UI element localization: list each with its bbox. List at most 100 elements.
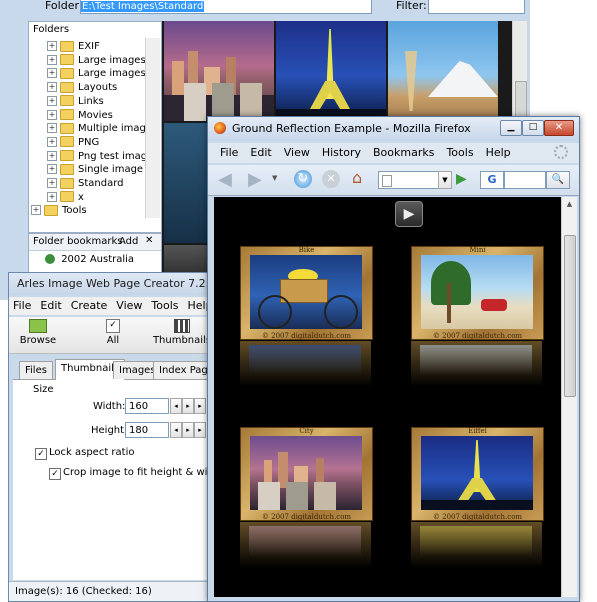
thumbnail-eiffel[interactable] xyxy=(276,21,386,121)
height-spin-more[interactable]: ▸ xyxy=(194,422,206,438)
expand-icon[interactable]: + xyxy=(47,123,57,134)
filter-input[interactable] xyxy=(428,0,525,14)
filter-label: Filter: xyxy=(396,0,427,12)
expand-icon[interactable]: + xyxy=(31,205,41,216)
folder-label: Folder: xyxy=(45,0,83,12)
thumbnails-label: Thumbnails xyxy=(152,335,212,346)
reflection-mini xyxy=(411,341,542,387)
throbber-icon xyxy=(554,145,568,159)
folder-tree-item[interactable]: + x xyxy=(47,191,84,204)
photo-frame-mini[interactable]: Mini © 2007 digitaldutch.com xyxy=(411,246,544,340)
expand-icon[interactable]: + xyxy=(47,82,57,93)
search-button[interactable]: 🔍 xyxy=(546,171,570,189)
thumbnail-mountain[interactable] xyxy=(388,21,498,121)
folder-icon xyxy=(60,136,74,148)
lock-aspect-checkbox[interactable]: ✓ xyxy=(35,448,47,460)
firefox-menu-history[interactable]: History xyxy=(322,146,361,159)
status-text: Image(s): 16 (Checked: 16) xyxy=(15,586,152,597)
photo-frame-eiffel[interactable]: Eiffel © 2007 digitaldutch.com xyxy=(411,427,544,521)
bookmark-label: 2002 Australia xyxy=(61,254,135,265)
folder-tree-item[interactable]: + Single image xyxy=(47,163,143,176)
folder-label: Standard xyxy=(78,178,124,189)
search-engine-letter: G xyxy=(487,173,497,186)
bookmark-item[interactable]: 2002 Australia xyxy=(45,254,134,265)
play-button[interactable]: ▶ xyxy=(395,201,423,227)
bookmarks-close-icon[interactable]: ✕ xyxy=(145,235,153,246)
firefox-menu-edit[interactable]: Edit xyxy=(250,146,271,159)
back-icon[interactable]: ◀ xyxy=(218,171,232,189)
expand-icon[interactable]: + xyxy=(47,41,57,51)
expand-icon[interactable]: + xyxy=(47,164,57,175)
expand-icon[interactable]: + xyxy=(47,191,57,202)
expand-icon[interactable]: + xyxy=(47,54,57,65)
home-icon[interactable]: ⌂ xyxy=(352,169,370,187)
height-spin-up[interactable]: ▸ xyxy=(182,422,194,438)
stop-icon[interactable]: ✕ xyxy=(322,170,340,188)
folder-path-input[interactable]: E:\Test Images\Standard xyxy=(80,0,372,14)
search-input[interactable] xyxy=(504,171,546,189)
reload-icon[interactable]: ↻ xyxy=(294,170,312,188)
folder-tree-item[interactable]: + PNG xyxy=(47,136,99,149)
maximize-button[interactable]: □ xyxy=(522,120,544,136)
folder-tree-item[interactable]: + Large images - xyxy=(47,67,152,80)
height-spin-down[interactable]: ◂ xyxy=(170,422,182,438)
go-icon[interactable]: ▶ xyxy=(456,171,467,187)
arles-menu-tools[interactable]: Tools xyxy=(151,299,178,312)
folder-tree-item[interactable]: + Multiple image t xyxy=(47,122,159,135)
expand-icon[interactable]: + xyxy=(47,95,57,106)
expand-icon[interactable]: + xyxy=(47,109,57,120)
photo-frame-bike[interactable]: Bike © 2007 digitaldutch.com xyxy=(240,246,373,340)
search-engine-button[interactable]: G xyxy=(480,171,504,189)
firefox-menu-view[interactable]: View xyxy=(284,146,310,159)
width-spin-more[interactable]: ▸ xyxy=(194,398,206,414)
folder-tree-item[interactable]: + EXIF xyxy=(47,40,100,53)
bookmarks-title: Folder bookmarks xyxy=(33,236,123,247)
folder-tree-item[interactable]: + Movies xyxy=(47,109,113,122)
firefox-menu-help[interactable]: Help xyxy=(486,146,511,159)
folder-tree-item[interactable]: + Standard xyxy=(47,177,124,190)
thumbnail-city[interactable] xyxy=(164,21,274,121)
width-input[interactable]: 160 xyxy=(125,398,169,414)
all-button[interactable]: ✓ All xyxy=(95,319,131,351)
folder-tree-scrollbar[interactable] xyxy=(145,38,160,218)
page-scrollbar[interactable]: ▲ xyxy=(561,197,577,597)
crop-image-checkbox[interactable]: ✓ xyxy=(49,468,61,480)
width-spin-up[interactable]: ▸ xyxy=(182,398,194,414)
expand-icon[interactable]: + xyxy=(47,150,57,161)
folder-tree-item[interactable]: + Links xyxy=(47,95,104,108)
scroll-up-arrow[interactable]: ▲ xyxy=(563,198,576,211)
thumbnails-settings: Size Width: 160 ◂ ▸ ▸ Height: 180 ◂ ▸ ▸ … xyxy=(13,380,233,580)
expand-icon[interactable]: + xyxy=(47,136,57,147)
firefox-menu-tools[interactable]: Tools xyxy=(446,146,473,159)
forward-dropdown-icon[interactable]: ▼ xyxy=(272,174,277,182)
frame-title: City xyxy=(299,427,314,435)
thumbnails-button[interactable]: Thumbnails xyxy=(151,319,213,351)
folder-tree-item[interactable]: + Png test images xyxy=(47,150,158,163)
arles-menu-view[interactable]: View xyxy=(116,299,142,312)
firefox-menu-file[interactable]: File xyxy=(220,146,238,159)
reflection-eiffel xyxy=(411,522,542,568)
expand-icon[interactable]: + xyxy=(47,178,57,188)
arles-menu-create[interactable]: Create xyxy=(71,299,108,312)
expand-icon[interactable]: + xyxy=(47,68,57,79)
tab-files[interactable]: Files xyxy=(19,361,53,379)
minimize-button[interactable]: ▁ xyxy=(500,120,522,136)
firefox-menu-bookmarks[interactable]: Bookmarks xyxy=(373,146,434,159)
browse-button[interactable]: Browse xyxy=(15,319,61,351)
folder-tree-item[interactable]: + Large images xyxy=(47,54,146,67)
photo-frame-city[interactable]: City © 2007 digitaldutch.com xyxy=(240,427,373,521)
bookmarks-add-button[interactable]: Add xyxy=(119,236,138,247)
bookmark-globe-icon xyxy=(45,254,55,264)
folder-tree-item[interactable]: + Tools xyxy=(31,204,87,217)
forward-icon[interactable]: ▶ xyxy=(248,171,262,189)
reflection-bike xyxy=(240,341,371,387)
folder-tree-item[interactable]: + Layouts xyxy=(47,81,117,94)
width-spin-down[interactable]: ◂ xyxy=(170,398,182,414)
close-button[interactable]: ✕ xyxy=(544,120,574,136)
folder-icon xyxy=(60,150,74,162)
scroll-thumb[interactable] xyxy=(564,235,576,397)
height-input[interactable]: 180 xyxy=(125,422,169,438)
url-dropdown[interactable]: ▼ xyxy=(438,171,452,189)
arles-menu-edit[interactable]: Edit xyxy=(40,299,61,312)
arles-menu-file[interactable]: File xyxy=(13,299,31,312)
